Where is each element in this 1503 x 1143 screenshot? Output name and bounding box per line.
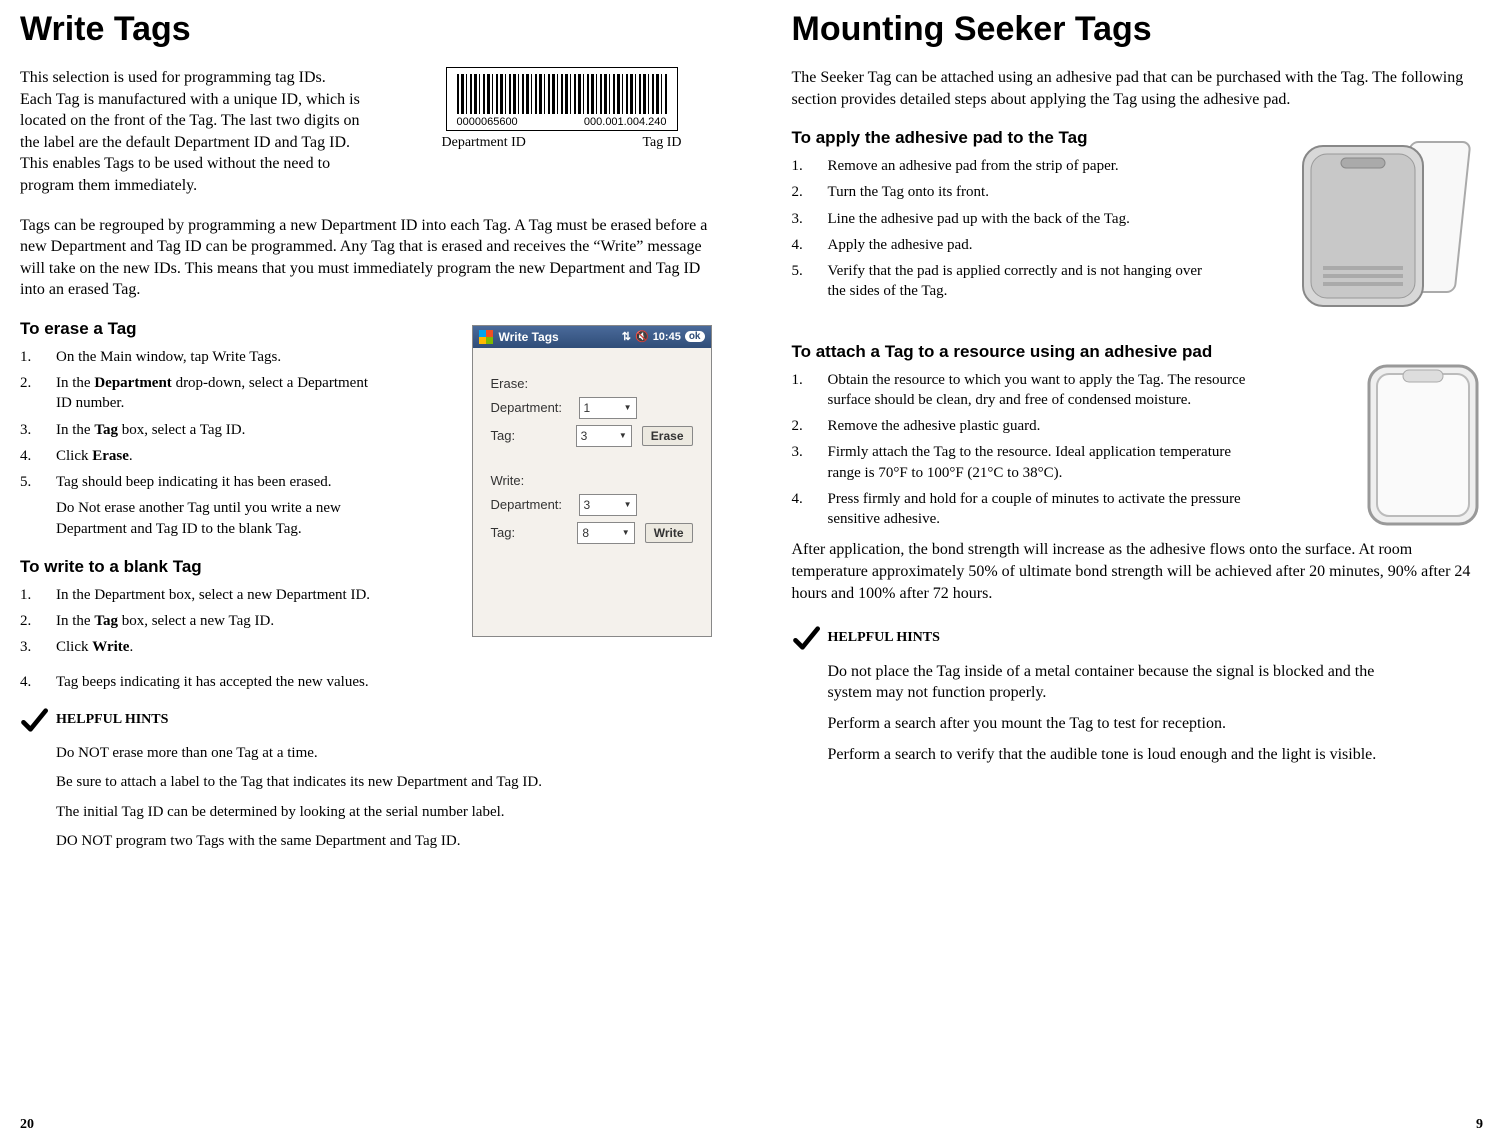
dept-field-label: Department: [491,400,569,415]
chevron-down-icon: ▼ [624,403,632,412]
page-number: 20 [20,1117,34,1133]
check-icon [20,706,48,734]
list-item: Verify that the pad is applied correctly… [792,261,1212,302]
write-steps-list-cont: Click Write. [20,637,712,657]
tag-field-label: Tag: [491,525,568,540]
tag-front-illustration [1363,360,1483,535]
barcode-number-right: 000.001.004.240 [584,116,667,128]
write-steps-list-cont2: Tag beeps indicating it has accepted the… [20,672,712,692]
hint-line: Perform a search to verify that the audi… [828,745,1388,766]
ok-button[interactable]: ok [685,331,705,342]
list-item: In the Tag box, select a new Tag ID. [20,611,380,631]
list-item: In the Tag box, select a Tag ID. [20,420,380,440]
hint-line: DO NOT program two Tags with the same De… [56,832,712,852]
list-item: Tag beeps indicating it has accepted the… [20,672,712,692]
chevron-down-icon: ▼ [624,500,632,509]
clock-label: 10:45 [653,331,681,343]
hints-title: HELPFUL HINTS [828,630,940,646]
check-icon [792,624,820,652]
erase-button[interactable]: Erase [642,426,693,446]
hints-title: HELPFUL HINTS [56,712,168,728]
write-button[interactable]: Write [645,523,693,543]
erase-steps-list: On the Main window, tap Write Tags. In t… [20,347,380,539]
heading-write-tag: To write to a blank Tag [20,557,380,577]
write-steps-list: In the Department box, select a new Depa… [20,585,380,632]
list-item: In the Department box, select a new Depa… [20,585,380,605]
list-item: Click Erase. [20,446,380,466]
erase-step-note: Do Not erase another Tag until you write… [56,498,380,539]
page-title-mounting: Mounting Seeker Tags [792,10,1484,49]
erase-section-label: Erase: [491,376,693,391]
heading-attach-tag: To attach a Tag to a resource using an a… [792,342,1484,362]
windows-icon [479,330,493,344]
list-item: Apply the adhesive pad. [792,235,1212,255]
tag-back-illustration [1293,136,1483,321]
list-item: In the Department drop-down, select a De… [20,373,380,414]
list-item: Click Write. [20,637,712,657]
list-item: Remove the adhesive plastic guard. [792,416,1252,436]
list-item: On the Main window, tap Write Tags. [20,347,380,367]
attach-steps-list: Obtain the resource to which you want to… [792,370,1252,530]
signal-icon: ⇅ [622,330,631,343]
erase-tag-select[interactable]: 3▼ [576,425,632,447]
page-number: 9 [1476,1117,1483,1133]
hint-line: Perform a search after you mount the Tag… [828,714,1388,735]
intro-paragraph-2: Tags can be regrouped by programming a n… [20,215,712,301]
barcode-icon [457,74,667,114]
barcode-label-dept: Department ID [442,135,526,151]
list-item: Press firmly and hold for a couple of mi… [792,489,1252,530]
hint-line: Do NOT erase more than one Tag at a time… [56,744,712,764]
list-item: Remove an adhesive pad from the strip of… [792,156,1212,176]
write-section-label: Write: [491,473,693,488]
barcode-label-tag: Tag ID [642,135,681,151]
tag-field-label: Tag: [491,428,566,443]
list-item: Turn the Tag onto its front. [792,182,1212,202]
app-title: Write Tags [499,330,559,344]
list-item: Firmly attach the Tag to the resource. I… [792,442,1252,483]
erase-department-select[interactable]: 1▼ [579,397,637,419]
list-item: Tag should beep indicating it has been e… [20,472,380,539]
speaker-icon: 🔇 [635,330,649,343]
write-department-select[interactable]: 3▼ [579,494,637,516]
list-item: Obtain the resource to which you want to… [792,370,1252,411]
hint-line: The initial Tag ID can be determined by … [56,803,712,823]
chevron-down-icon: ▼ [619,431,627,440]
write-tag-select[interactable]: 8▼ [577,522,634,544]
mounting-intro: The Seeker Tag can be attached using an … [792,67,1484,110]
apply-steps-list: Remove an adhesive pad from the strip of… [792,156,1212,302]
chevron-down-icon: ▼ [622,528,630,537]
app-titlebar: Write Tags ⇅ 🔇 10:45 ok [473,326,711,348]
app-screenshot: Write Tags ⇅ 🔇 10:45 ok Erase: Departmen… [472,325,712,637]
hint-line: Do not place the Tag inside of a metal c… [828,662,1388,704]
attach-note: After application, the bond strength wil… [792,539,1484,604]
intro-paragraph-1: This selection is used for programming t… [20,67,360,197]
hint-line: Be sure to attach a label to the Tag tha… [56,773,712,793]
list-item: Line the adhesive pad up with the back o… [792,209,1212,229]
barcode-number-left: 0000065600 [457,116,518,128]
barcode-figure: 0000065600 000.001.004.240 Department ID… [442,67,682,151]
page-title-write-tags: Write Tags [20,10,712,49]
dept-field-label: Department: [491,497,569,512]
